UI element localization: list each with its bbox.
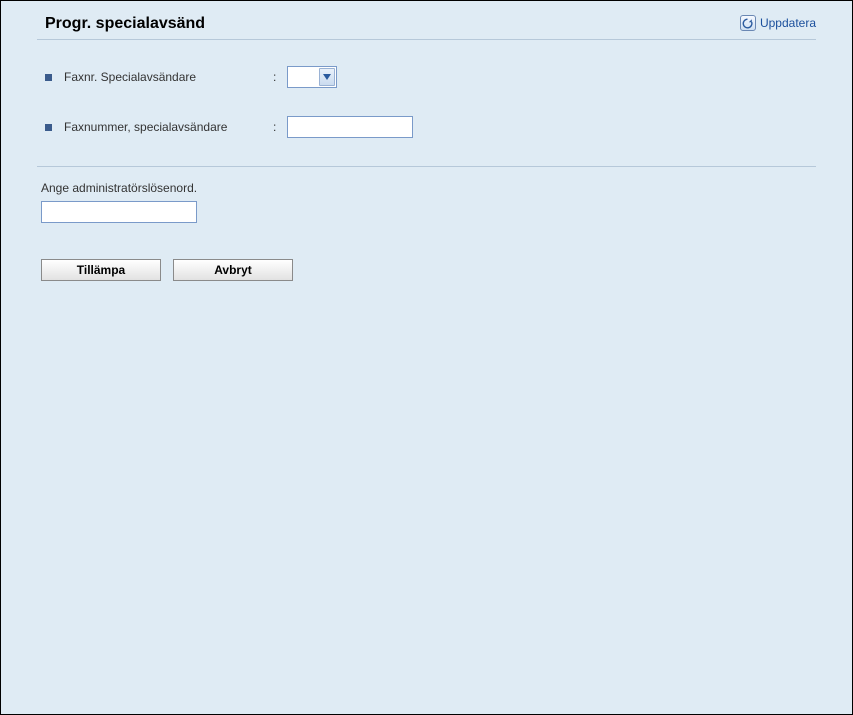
label-fax-number-special-sender: Faxnummer, specialavsändare [45,120,273,134]
row-fax-number-special-sender: Faxnummer, specialavsändare : [45,116,816,138]
cancel-button[interactable]: Avbryt [173,259,293,281]
admin-password-input[interactable] [41,201,197,223]
fax-special-sender-select[interactable] [287,66,337,88]
label-fax-special-sender-number: Faxnr. Specialavsändare [45,70,273,84]
label-text: Faxnummer, specialavsändare [64,120,227,134]
admin-password-prompt: Ange administratörslösenord. [41,181,816,195]
header-divider [37,39,816,40]
page-title: Progr. specialavsänd [45,15,816,33]
colon: : [273,120,283,134]
apply-button[interactable]: Tillämpa [41,259,161,281]
bullet-icon [45,124,52,131]
row-fax-special-sender-number: Faxnr. Specialavsändare : [45,66,816,88]
refresh-link[interactable]: Uppdatera [740,15,816,31]
refresh-icon [740,15,756,31]
bullet-icon [45,74,52,81]
label-text: Faxnr. Specialavsändare [64,70,196,84]
section-divider [37,166,816,167]
colon: : [273,70,283,84]
refresh-label: Uppdatera [760,16,816,30]
fax-number-special-sender-input[interactable] [287,116,413,138]
